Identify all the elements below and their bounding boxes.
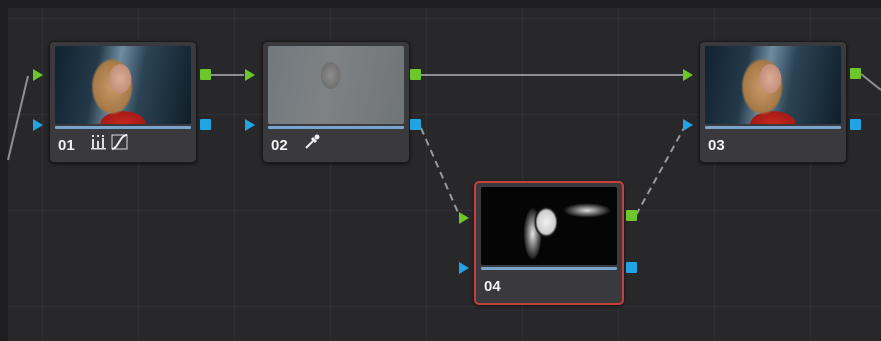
node-04-key-input[interactable] [459,262,469,274]
node-03-rgb-input[interactable] [683,69,693,81]
node-03-rgb-output[interactable] [850,68,861,79]
node-label: 02 [271,137,288,154]
node-thumbnail [705,46,841,124]
node-02-rgb-input[interactable] [245,69,255,81]
node-label: 04 [484,278,501,295]
node-03-key-input[interactable] [683,119,693,131]
node-01[interactable]: 01 [49,41,197,163]
node-key-bar [55,126,191,129]
node-03-key-output[interactable] [850,119,861,130]
node-02-key-output[interactable] [410,119,421,130]
node-thumbnail [55,46,191,124]
node-tools [90,134,129,155]
node-02-key-input[interactable] [245,119,255,131]
node-key-bar [481,267,617,270]
connection-02-04-key [420,127,461,218]
connection-04-03-key [635,127,685,216]
node-01-rgb-output[interactable] [200,69,211,80]
node-01-rgb-input[interactable] [33,69,43,81]
connection-03-output [860,73,881,91]
node-03[interactable]: 03 [699,41,847,163]
node-thumbnail [268,46,404,124]
node-04-rgb-output[interactable] [626,210,637,221]
node-key-bar [268,126,404,129]
node-label: 01 [58,137,75,154]
node-thumbnail [481,187,617,265]
node-04[interactable]: 04 [474,181,624,305]
node-02-rgb-output[interactable] [410,69,421,80]
eyedropper-icon [303,134,321,155]
node-key-bar [705,126,841,129]
node-tools [303,134,321,155]
node-04-rgb-input[interactable] [459,212,469,224]
node-04-key-output[interactable] [626,262,637,273]
node-01-key-input[interactable] [33,119,43,131]
node-01-key-output[interactable] [200,119,211,130]
node-02[interactable]: 02 [262,41,410,163]
color-wheels-icon [90,134,108,155]
node-label: 03 [708,137,725,154]
curves-icon [111,134,129,155]
connection-input-01 [7,75,29,161]
